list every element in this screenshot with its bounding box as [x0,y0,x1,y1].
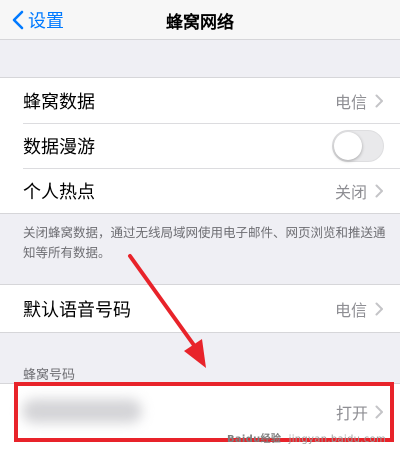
watermark-logo: Baidu经验 [226,434,282,445]
blurred-phone-number [22,399,142,423]
row-personal-hotspot[interactable]: 个人热点 关闭 [0,168,400,213]
section-header-cellular-numbers: 蜂窝号码 [23,368,76,383]
page-title: 蜂窝网络 [166,13,234,33]
toggle-knob [334,131,362,160]
row-label: 默认语音号码 [23,299,131,321]
navigation-bar: 设置 蜂窝网络 [0,0,400,40]
watermark-url: jingyan.baidu.com [288,434,386,445]
row-value: 电信 [334,92,367,112]
chevron-right-icon [375,405,384,419]
row-data-roaming: 数据漫游 [0,123,400,168]
row-label: 数据漫游 [23,136,95,158]
cellular-data-footnote: 关闭蜂窝数据，通过无线局域网使用电子邮件、网页浏览和推送通知等所有数据。 [23,225,386,260]
row-value: 打开 [335,404,368,423]
chevron-right-icon [375,302,384,316]
chevron-right-icon [375,94,384,108]
data-roaming-toggle[interactable] [332,129,384,162]
cellular-settings-group: 蜂窝数据 电信 数据漫游 个人热点 关闭 [0,77,400,214]
row-label: 蜂窝数据 [23,91,95,113]
row-label: 个人热点 [23,181,95,203]
chevron-right-icon [375,184,384,198]
voice-settings-group: 默认语音号码 电信 [0,284,400,333]
row-value: 关闭 [334,182,367,202]
row-cellular-data[interactable]: 蜂窝数据 电信 [0,78,400,123]
watermark: Baidu经验 jingyan.baidu.com [227,430,386,445]
row-default-voice-line[interactable]: 默认语音号码 电信 [0,285,400,332]
row-value: 电信 [334,300,367,320]
